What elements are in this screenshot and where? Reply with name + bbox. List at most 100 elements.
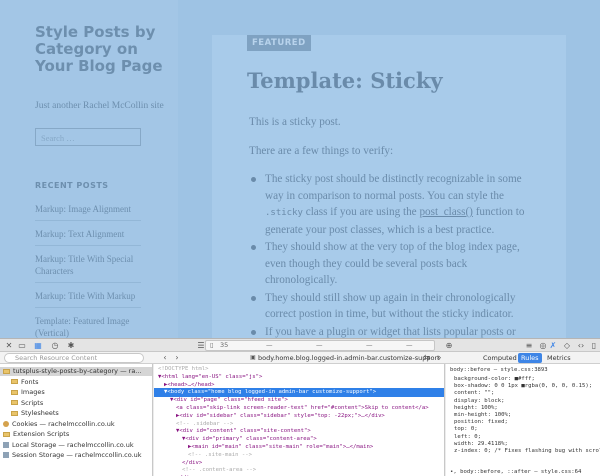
dom-node-text: <!DOCTYPE html>	[158, 366, 209, 372]
recent-post-link[interactable]: Markup: Title With Special Characters	[35, 250, 141, 283]
folder-icon	[3, 368, 10, 374]
list-item: The sticky post should be distinctly rec…	[249, 171, 539, 238]
size-count: —	[266, 341, 273, 349]
sidebar-toggle-icon[interactable]: ▯	[589, 341, 599, 350]
inspect-element-icon[interactable]: ⊕	[444, 341, 454, 350]
inspector-subbar: Search Resource Content ‹ › ▣ body.home.…	[0, 352, 600, 364]
recent-post-link[interactable]: Markup: Image Alignment	[35, 200, 141, 221]
dom-node-text: ▼<div id="page" class="hfeed site">	[170, 397, 288, 404]
dom-node-text: ▶<main id="main" class="site-main" role=…	[188, 444, 374, 450]
resource-tree-label: Stylesheets	[21, 409, 59, 417]
recent-posts-list: Markup: Image Alignment Markup: Text Ali…	[35, 200, 141, 338]
resource-tree-label: Local Storage — rachelmccollin.co.uk	[12, 440, 134, 449]
post-title[interactable]: Template: Sticky	[247, 68, 443, 93]
post-paragraph: This is a sticky post.	[249, 116, 341, 128]
dom-node-text: ▼<div id="primary" class="content-area">	[182, 436, 317, 443]
webpage-viewport: Style Posts by Category on Your Blog Pag…	[0, 0, 600, 338]
layers-icon[interactable]: ≡	[524, 341, 534, 350]
forward-icon[interactable]: ›	[172, 353, 182, 362]
folder-icon	[11, 379, 18, 384]
resources-icon[interactable]: ▦	[33, 341, 43, 350]
dom-node-text: <!-- .content-area -->	[182, 467, 257, 474]
resources-tree: tutsplus-style-posts-by-category — ra...…	[0, 364, 153, 476]
cookie-icon	[3, 420, 9, 427]
recent-post-link[interactable]: Template: Featured Image (Vertical)	[35, 312, 141, 338]
resource-tree-item[interactable]: Images	[0, 388, 152, 397]
style-rules-panel: body::before — style.css:3893 background…	[446, 364, 600, 476]
list-item-text: class if you are using the	[302, 206, 420, 218]
debugger-icon[interactable]: ✱	[66, 341, 76, 350]
search-input[interactable]: Search …	[35, 128, 141, 146]
element-icon: ▣	[250, 354, 256, 361]
site-tagline: Just another Rachel McCollin site	[35, 101, 164, 111]
storage-icon	[3, 441, 9, 448]
dom-tree: <!DOCTYPE html> ▼<html lang="en-US" class…	[154, 364, 445, 476]
storage-icon	[3, 452, 9, 458]
resource-tree-label: Fonts	[21, 377, 39, 386]
dock-icon[interactable]: ▭	[17, 341, 27, 350]
resource-tree-label: Cookies — rachelmccollin.co.uk	[12, 419, 115, 428]
resource-tree-item[interactable]: Stylesheets	[0, 409, 152, 418]
tab-metrics[interactable]: Metrics	[544, 353, 574, 363]
css-declaration[interactable]: z-index: 0; /* Fixes flashing bug with s…	[454, 447, 600, 455]
recent-posts-heading: RECENT POSTS	[35, 181, 109, 190]
inline-code: .sticky	[265, 208, 303, 218]
page-icon: ▯	[210, 341, 214, 349]
tab-rules[interactable]: Rules	[518, 353, 542, 363]
post-class-link[interactable]: post_class()	[419, 206, 472, 218]
back-icon[interactable]: ‹	[160, 353, 170, 362]
dom-breadcrumb[interactable]: body.home.blog.logged-in.admin-bar.custo…	[258, 353, 440, 363]
error-count: —	[366, 341, 373, 349]
folder-icon	[11, 400, 18, 405]
split-icon[interactable]: ⇆	[422, 353, 432, 362]
tools-icon[interactable]: ✗	[548, 341, 558, 350]
resource-count: 35	[220, 341, 229, 349]
inspect-icon[interactable]: ◎	[538, 341, 548, 350]
resource-search-input[interactable]: Search Resource Content	[4, 353, 144, 363]
timeline-icon[interactable]: ◷	[50, 341, 60, 350]
folder-icon	[11, 410, 18, 416]
sticky-post-article: FEATURED Template: Sticky This is a stic…	[212, 35, 566, 338]
resource-tree-item[interactable]: Extension Scripts	[0, 430, 152, 439]
resource-tree-label: Session Storage — rachelmccollin.co.uk	[12, 451, 142, 459]
dom-node-text: ▼<div id="content" class="site-content">	[176, 428, 311, 435]
resource-tree-item[interactable]: Scripts	[0, 399, 152, 408]
post-content: This is a sticky post. There are a few t…	[249, 114, 539, 338]
resource-tree-item[interactable]: Fonts	[0, 377, 152, 387]
web-inspector: ✕ ▭ ▦ ◷ ✱ ☰ ▯ 35 — — — — ⊕ ≡ ◎ ✗ ◇ ‹› ▯ …	[0, 338, 600, 476]
dom-node-text: ▶<div id="sidebar" class="sidebar" style…	[176, 412, 385, 419]
list-item: They should still show up again in their…	[249, 290, 539, 323]
folder-icon	[11, 389, 18, 395]
close-icon[interactable]: ✕	[4, 341, 14, 350]
expand-icon[interactable]: »	[434, 353, 444, 362]
resource-tree-item[interactable]: tutsplus-style-posts-by-category — ra...	[0, 367, 152, 376]
blog-sidebar: Style Posts by Category on Your Blog Pag…	[0, 0, 178, 338]
warning-count: —	[406, 341, 413, 349]
list-item: If you have a plugin or widget that list…	[249, 324, 539, 339]
dom-node-text: </div>	[182, 459, 203, 466]
site-title[interactable]: Style Posts by Category on Your Blog Pag…	[35, 24, 175, 75]
dom-node-text: ▶<head>…</head>	[164, 381, 215, 388]
folder-icon	[3, 431, 10, 437]
source-icon[interactable]: ◇	[562, 341, 572, 350]
post-paragraph: There are a few things to verify:	[249, 144, 394, 157]
recent-post-link[interactable]: Markup: Text Alignment	[35, 225, 141, 246]
dom-node-text: <a class="skip-link screen-reader-text" …	[176, 405, 429, 411]
dom-node-text: ▼<body class="home blog logged-in admin-…	[164, 389, 377, 396]
code-icon[interactable]: ‹›	[576, 341, 586, 350]
recent-post-link[interactable]: Markup: Title With Markup	[35, 287, 141, 308]
verify-list: The sticky post should be distinctly rec…	[249, 171, 539, 338]
resource-tree-item[interactable]: Cookies — rachelmccollin.co.uk	[0, 419, 152, 429]
css-rule-selector[interactable]: •, body::before, ::after — style.css:64	[450, 468, 581, 476]
list-item: They should show at the very top of the …	[249, 239, 539, 289]
dom-node-text: ▼<html lang="en-US" class="js">	[158, 373, 263, 380]
tab-computed[interactable]: Computed	[480, 353, 520, 363]
list-item-text: The sticky post should be distinctly rec…	[265, 173, 522, 202]
time-count: —	[316, 341, 323, 349]
resource-tree-item[interactable]: Session Storage — rachelmccollin.co.uk	[0, 451, 152, 460]
featured-badge: FEATURED	[247, 35, 311, 51]
dom-node-text: <!-- .site-main -->	[188, 451, 252, 458]
css-rule-selector[interactable]: body::before — style.css:3893	[450, 366, 548, 374]
resource-tree-item[interactable]: Local Storage — rachelmccollin.co.uk	[0, 440, 152, 450]
resource-tree-label: Extension Scripts	[13, 430, 70, 438]
